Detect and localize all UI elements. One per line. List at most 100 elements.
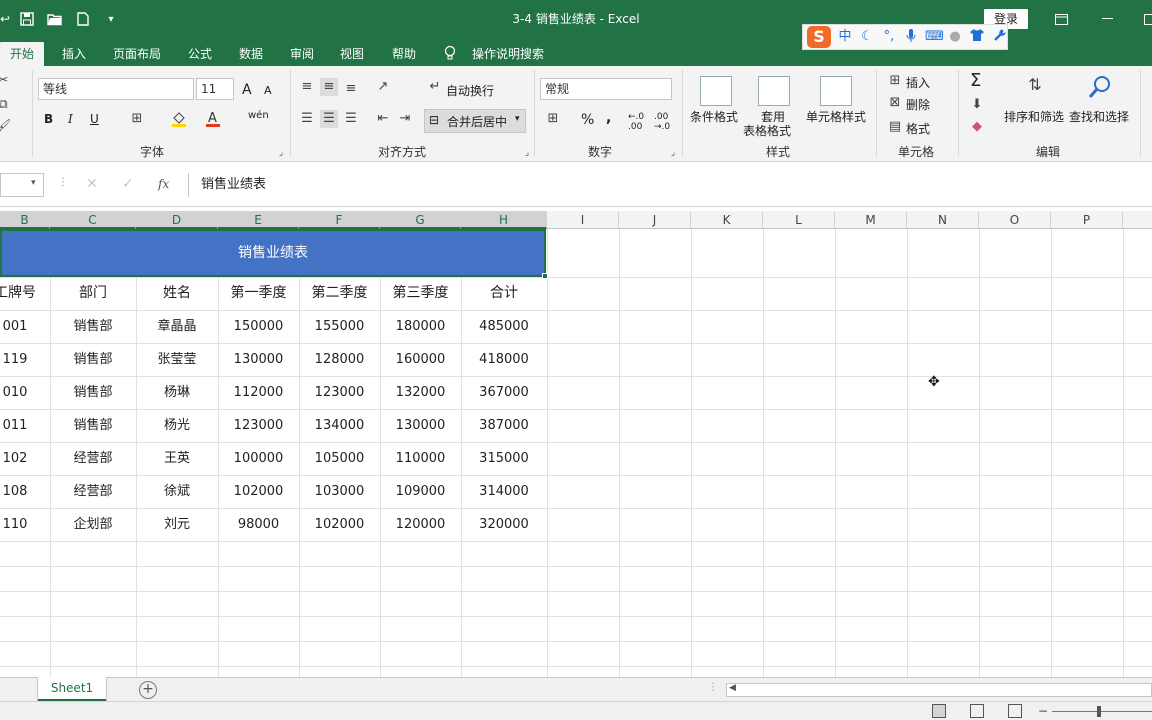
- table-cell[interactable]: 160000: [380, 343, 461, 376]
- table-cell[interactable]: 130000: [380, 409, 461, 442]
- clear-eraser-icon[interactable]: ◆: [968, 118, 986, 136]
- increase-indent-icon[interactable]: ⇥: [396, 110, 414, 128]
- font-name-select[interactable]: 等线: [38, 78, 194, 100]
- punctuation-icon[interactable]: °,: [881, 29, 897, 45]
- format-cells-button[interactable]: 格式: [906, 120, 930, 137]
- formula-input[interactable]: 销售业绩表: [188, 173, 1152, 197]
- table-cell[interactable]: 011: [0, 409, 50, 442]
- column-header-k[interactable]: K: [691, 211, 763, 229]
- table-cell[interactable]: 销售部: [50, 409, 136, 442]
- horizontal-scrollbar[interactable]: ◀: [726, 683, 1152, 697]
- moon-icon[interactable]: ☾: [859, 29, 875, 45]
- maximize-icon[interactable]: [1138, 8, 1152, 30]
- align-bottom-icon[interactable]: ≡: [342, 80, 360, 98]
- tab-home[interactable]: 开始: [0, 42, 44, 66]
- sheet-tab-sheet1[interactable]: Sheet1: [38, 677, 106, 701]
- column-header-e[interactable]: E: [218, 211, 299, 229]
- column-header-n[interactable]: N: [907, 211, 979, 229]
- table-cell[interactable]: 110: [0, 508, 50, 541]
- normal-view-icon[interactable]: [932, 704, 946, 718]
- table-cell[interactable]: 105000: [299, 442, 380, 475]
- scroll-left-icon[interactable]: ◀: [729, 683, 736, 693]
- column-header-h[interactable]: H: [461, 211, 547, 229]
- column-header-d[interactable]: D: [136, 211, 218, 229]
- table-cell[interactable]: 314000: [461, 475, 547, 508]
- accounting-format-icon[interactable]: ⊞: [544, 110, 562, 128]
- skin-shirt-icon[interactable]: [969, 29, 985, 45]
- table-cell[interactable]: 销售部: [50, 310, 136, 343]
- table-cell[interactable]: 180000: [380, 310, 461, 343]
- tab-page-layout[interactable]: 页面布局: [106, 42, 168, 66]
- align-top-icon[interactable]: ≡: [298, 78, 316, 96]
- sogou-logo[interactable]: S: [807, 26, 831, 48]
- format-as-table-line2[interactable]: 表格格式: [743, 122, 791, 139]
- column-header-i[interactable]: I: [547, 211, 619, 229]
- table-cell[interactable]: 155000: [299, 310, 380, 343]
- wrap-text-icon[interactable]: ↵: [426, 78, 444, 96]
- cancel-icon[interactable]: ✕: [86, 176, 98, 192]
- table-cell[interactable]: 119: [0, 343, 50, 376]
- autosum-button[interactable]: Σ: [970, 70, 981, 91]
- decrease-indent-icon[interactable]: ⇤: [374, 110, 392, 128]
- decrease-decimal-button[interactable]: .00 →.0: [654, 112, 670, 132]
- table-cell[interactable]: 112000: [218, 376, 299, 409]
- tab-help[interactable]: 帮助: [386, 42, 422, 66]
- column-header-g[interactable]: G: [380, 211, 461, 229]
- format-cells-icon[interactable]: ▤: [886, 118, 904, 136]
- tab-formulas[interactable]: 公式: [182, 42, 218, 66]
- column-header-o[interactable]: O: [979, 211, 1051, 229]
- table-cell[interactable]: 徐斌: [136, 475, 218, 508]
- table-cell[interactable]: 001: [0, 310, 50, 343]
- column-header-f[interactable]: F: [299, 211, 380, 229]
- table-cell[interactable]: 315000: [461, 442, 547, 475]
- font-color-icon[interactable]: A: [204, 110, 222, 128]
- bold-button[interactable]: B: [44, 112, 53, 126]
- keyboard-icon[interactable]: ⌨: [925, 29, 944, 45]
- table-cell[interactable]: 134000: [299, 409, 380, 442]
- column-header-p[interactable]: P: [1051, 211, 1123, 229]
- align-left-icon[interactable]: ☰: [298, 110, 316, 128]
- column-header-l[interactable]: L: [763, 211, 835, 229]
- italic-button[interactable]: I: [68, 112, 73, 126]
- number-dialog-launcher-icon[interactable]: ⌟: [664, 144, 682, 162]
- table-cell[interactable]: 102: [0, 442, 50, 475]
- tab-split-grip-icon[interactable]: ⋮: [708, 682, 718, 693]
- table-cell[interactable]: 企划部: [50, 508, 136, 541]
- table-cell[interactable]: 张莹莹: [136, 343, 218, 376]
- table-cell[interactable]: 123000: [218, 409, 299, 442]
- fill-color-icon[interactable]: [170, 110, 188, 128]
- cut-icon[interactable]: ✂: [0, 72, 12, 90]
- ribbon-display-options-icon[interactable]: [1050, 8, 1072, 30]
- insert-cells-button[interactable]: 插入: [906, 74, 930, 91]
- align-right-icon[interactable]: ☰: [342, 110, 360, 128]
- format-as-table-icon[interactable]: [758, 76, 790, 106]
- table-cell[interactable]: 120000: [380, 508, 461, 541]
- column-header-m[interactable]: M: [835, 211, 907, 229]
- comma-button[interactable]: ,: [606, 110, 611, 126]
- sort-filter-button[interactable]: 排序和筛选: [1004, 108, 1064, 125]
- delete-cells-button[interactable]: 删除: [906, 96, 930, 113]
- table-cell[interactable]: 128000: [299, 343, 380, 376]
- worksheet-grid[interactable]: 销售业绩表 工牌号 部门 姓名 第一季度 第二季度 第三季度 合计 001 销售…: [0, 229, 1152, 677]
- table-cell[interactable]: 109000: [380, 475, 461, 508]
- merge-center-button[interactable]: ⊟ 合并后居中 ▾: [424, 109, 526, 133]
- shrink-font-button[interactable]: A: [264, 84, 272, 97]
- table-cell[interactable]: 刘元: [136, 508, 218, 541]
- enter-check-icon[interactable]: ✓: [122, 176, 134, 192]
- fill-down-icon[interactable]: ⬇: [968, 96, 986, 114]
- table-cell[interactable]: 王英: [136, 442, 218, 475]
- tab-insert[interactable]: 插入: [56, 42, 92, 66]
- table-cell[interactable]: 108: [0, 475, 50, 508]
- phonetic-guide-button[interactable]: wén: [248, 110, 269, 121]
- insert-function-icon[interactable]: fx: [158, 177, 169, 191]
- table-cell[interactable]: 98000: [218, 508, 299, 541]
- column-header-c[interactable]: C: [50, 211, 136, 229]
- minimize-icon[interactable]: [1096, 8, 1118, 30]
- align-middle-icon[interactable]: ≡: [320, 78, 338, 96]
- insert-cells-icon[interactable]: ⊞: [886, 72, 904, 90]
- align-center-icon[interactable]: ☰: [320, 110, 338, 128]
- zoom-slider-thumb[interactable]: [1097, 706, 1101, 717]
- table-cell[interactable]: 102000: [218, 475, 299, 508]
- sheet-title-merged-cell[interactable]: 销售业绩表: [0, 229, 546, 277]
- increase-decimal-button[interactable]: ←.0.00: [628, 112, 644, 132]
